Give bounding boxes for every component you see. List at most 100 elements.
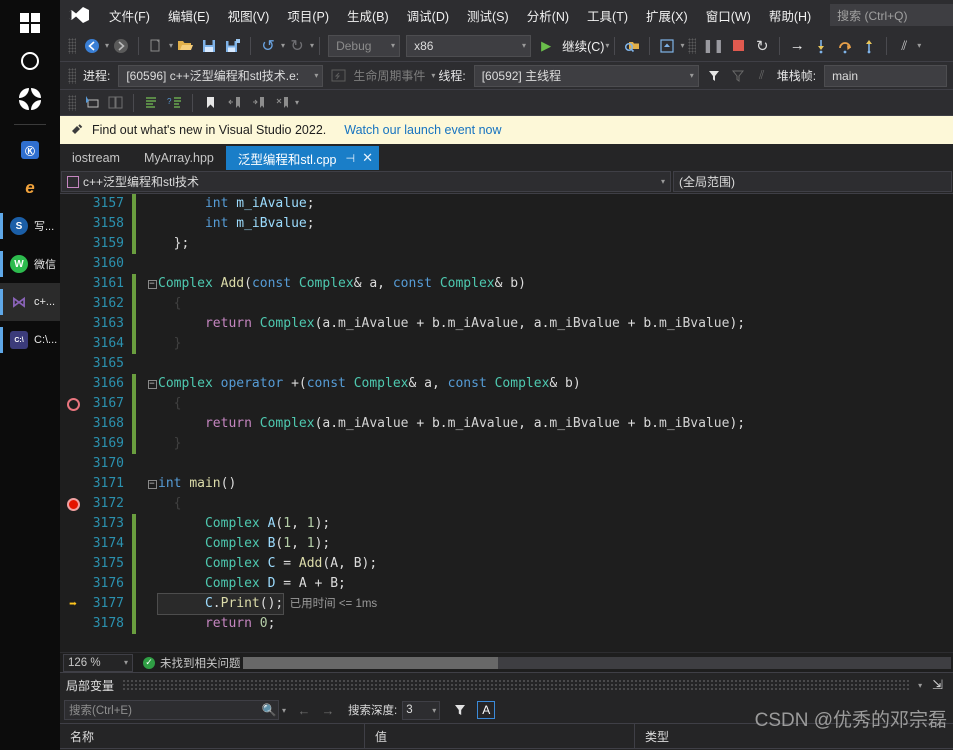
- flag-thread-icon[interactable]: [702, 64, 726, 88]
- lifecycle-events-icon[interactable]: [326, 64, 350, 88]
- code-line-3173[interactable]: 3173 Complex A(1, 1);: [60, 514, 953, 534]
- code-line-3172[interactable]: 3172 {: [60, 494, 953, 514]
- breakpoint-disabled-icon[interactable]: [60, 397, 86, 411]
- thread-combo[interactable]: [60592] 主线程 ▾: [473, 64, 699, 87]
- taskbar-search-button[interactable]: [0, 42, 60, 80]
- toolbar-overflow-button[interactable]: ▾: [917, 41, 921, 50]
- display-items-icon[interactable]: [80, 91, 104, 115]
- collapse-region-icon[interactable]: −: [146, 479, 158, 489]
- code-line-3164[interactable]: 3164 }: [60, 334, 953, 354]
- code-line-3170[interactable]: 3170: [60, 454, 953, 474]
- search-icon[interactable]: 🔍: [257, 698, 281, 722]
- window-layout-button[interactable]: [655, 34, 679, 58]
- column-header-value[interactable]: 值: [365, 723, 635, 749]
- column-header-type[interactable]: 类型: [635, 723, 953, 749]
- taskbar-wechat-button[interactable]: W 微信: [0, 245, 60, 283]
- notification-bar[interactable]: Find out what's new in Visual Studio 202…: [60, 116, 953, 144]
- toolbar-grip[interactable]: [68, 67, 76, 84]
- save-button[interactable]: [197, 34, 221, 58]
- threads-button[interactable]: ⫽: [892, 34, 916, 58]
- code-line-3169[interactable]: 3169 }: [60, 434, 953, 454]
- toolbar-grip[interactable]: [688, 37, 697, 54]
- code-line-3159[interactable]: 3159 };: [60, 234, 953, 254]
- search-previous-button[interactable]: ←: [292, 698, 316, 722]
- collapse-region-icon[interactable]: −: [146, 279, 158, 289]
- editor-toolbar-overflow[interactable]: ▾: [295, 98, 299, 107]
- search-next-button[interactable]: →: [316, 698, 340, 722]
- filter-icon[interactable]: [448, 698, 472, 722]
- solution-platform-combo[interactable]: x86 ▾: [406, 34, 532, 57]
- step-out-button[interactable]: [857, 34, 881, 58]
- breakpoint-disabled-icon[interactable]: [66, 397, 80, 411]
- code-line-3161[interactable]: 3161 − Complex Add(const Complex& a, const…: [60, 274, 953, 294]
- code-line-3166[interactable]: 3166 − Complex operator +(const Complex& a…: [60, 374, 953, 394]
- undo-button[interactable]: ↺: [256, 34, 280, 58]
- stack-frame-combo[interactable]: main: [824, 64, 947, 87]
- taskbar-start-button[interactable]: [0, 4, 60, 42]
- process-combo[interactable]: [60596] c++泛型编程和stl技术.e: ▾: [118, 64, 324, 87]
- menu-debug[interactable]: 调试(D): [398, 2, 458, 29]
- code-line-3175[interactable]: 3175 Complex C = Add(A, B);: [60, 554, 953, 574]
- pin-tab-icon[interactable]: ⊣: [346, 152, 356, 165]
- break-all-button[interactable]: ❚❚: [700, 34, 726, 58]
- continue-play-icon[interactable]: ▶: [534, 34, 558, 58]
- breakpoint-icon[interactable]: [60, 497, 86, 511]
- build-configuration-combo[interactable]: Debug ▾: [328, 34, 401, 57]
- continue-button-label[interactable]: 继续(C): [558, 36, 604, 55]
- code-line-3167[interactable]: 3167 {: [60, 394, 953, 414]
- member-scope-combo[interactable]: (全局范围): [673, 171, 952, 192]
- menu-tools[interactable]: 工具(T): [578, 2, 637, 29]
- code-line-3174[interactable]: 3174 Complex B(1, 1);: [60, 534, 953, 554]
- breakpoint-icon[interactable]: [66, 497, 80, 511]
- unflag-thread-icon[interactable]: [726, 64, 750, 88]
- toolbar-grip[interactable]: [68, 94, 76, 111]
- redo-button[interactable]: ↻: [285, 34, 309, 58]
- code-line-3178[interactable]: 3178 return 0;: [60, 614, 953, 634]
- redo-dropdown[interactable]: ▾: [310, 41, 314, 50]
- menu-view[interactable]: 视图(V): [219, 2, 279, 29]
- notification-link[interactable]: Watch our launch event now: [344, 123, 501, 137]
- previous-bookmark-icon[interactable]: [222, 91, 246, 115]
- zoom-level-combo[interactable]: 126 % ▾: [63, 653, 133, 672]
- tab-iostream[interactable]: iostream: [60, 146, 132, 170]
- step-over-button[interactable]: [833, 34, 857, 58]
- navigate-forward-button[interactable]: [109, 34, 133, 58]
- code-line-3177[interactable]: ➡ 3177 C.Print(); 已用时间 <= 1ms: [60, 593, 953, 615]
- menu-build[interactable]: 生成(B): [338, 2, 398, 29]
- column-header-name[interactable]: 名称: [60, 723, 365, 749]
- compare-icon[interactable]: [104, 91, 128, 115]
- code-line-3168[interactable]: 3168 return Complex(a.m_iAvalue + b.m_iA…: [60, 414, 953, 434]
- current-statement-arrow-icon[interactable]: ➡: [60, 598, 86, 611]
- uncomment-icon[interactable]: ?: [163, 91, 187, 115]
- menu-edit[interactable]: 编辑(E): [159, 2, 219, 29]
- panel-drag-dots[interactable]: [122, 679, 910, 691]
- menu-help[interactable]: 帮助(H): [760, 2, 820, 29]
- tab-myarray-hpp[interactable]: MyArray.hpp: [132, 146, 226, 170]
- step-into-button[interactable]: [809, 34, 833, 58]
- menu-test[interactable]: 测试(S): [458, 2, 518, 29]
- menu-extensions[interactable]: 扩展(X): [637, 2, 697, 29]
- code-line-3158[interactable]: 3158 int m_iBvalue;: [60, 214, 953, 234]
- show-only-flagged-icon[interactable]: ⫽: [750, 64, 774, 88]
- code-line-3162[interactable]: 3162 {: [60, 294, 953, 314]
- menu-file[interactable]: 文件(F): [100, 2, 159, 29]
- taskbar-visual-studio-button[interactable]: ⋈ c+...: [0, 283, 60, 321]
- current-statement-arrow-icon[interactable]: ➡: [69, 598, 77, 611]
- search-options-dropdown[interactable]: ▾: [282, 706, 286, 715]
- continue-dropdown[interactable]: ▾: [605, 41, 609, 50]
- bookmark-icon[interactable]: [198, 91, 222, 115]
- taskbar-command-prompt-button[interactable]: C:\ C:\...: [0, 321, 60, 359]
- show-next-statement-button[interactable]: →: [785, 34, 809, 58]
- panel-menu-chevron-icon[interactable]: ▾: [918, 681, 922, 690]
- new-file-button[interactable]: [144, 34, 168, 58]
- restart-button[interactable]: ↻: [750, 34, 774, 58]
- code-line-3160[interactable]: 3160: [60, 254, 953, 274]
- clear-bookmarks-icon[interactable]: [270, 91, 294, 115]
- taskbar-task-view-button[interactable]: [0, 80, 60, 118]
- code-line-3176[interactable]: 3176 Complex D = A + B;: [60, 574, 953, 594]
- menu-project[interactable]: 项目(P): [278, 2, 338, 29]
- tab-generic-stl-cpp[interactable]: 泛型编程和stl.cpp ⊣ ✕: [225, 146, 380, 170]
- code-line-3157[interactable]: 3157 int m_iAvalue;: [60, 194, 953, 214]
- close-tab-icon[interactable]: ✕: [362, 150, 373, 166]
- attach-to-process-button[interactable]: [620, 34, 644, 58]
